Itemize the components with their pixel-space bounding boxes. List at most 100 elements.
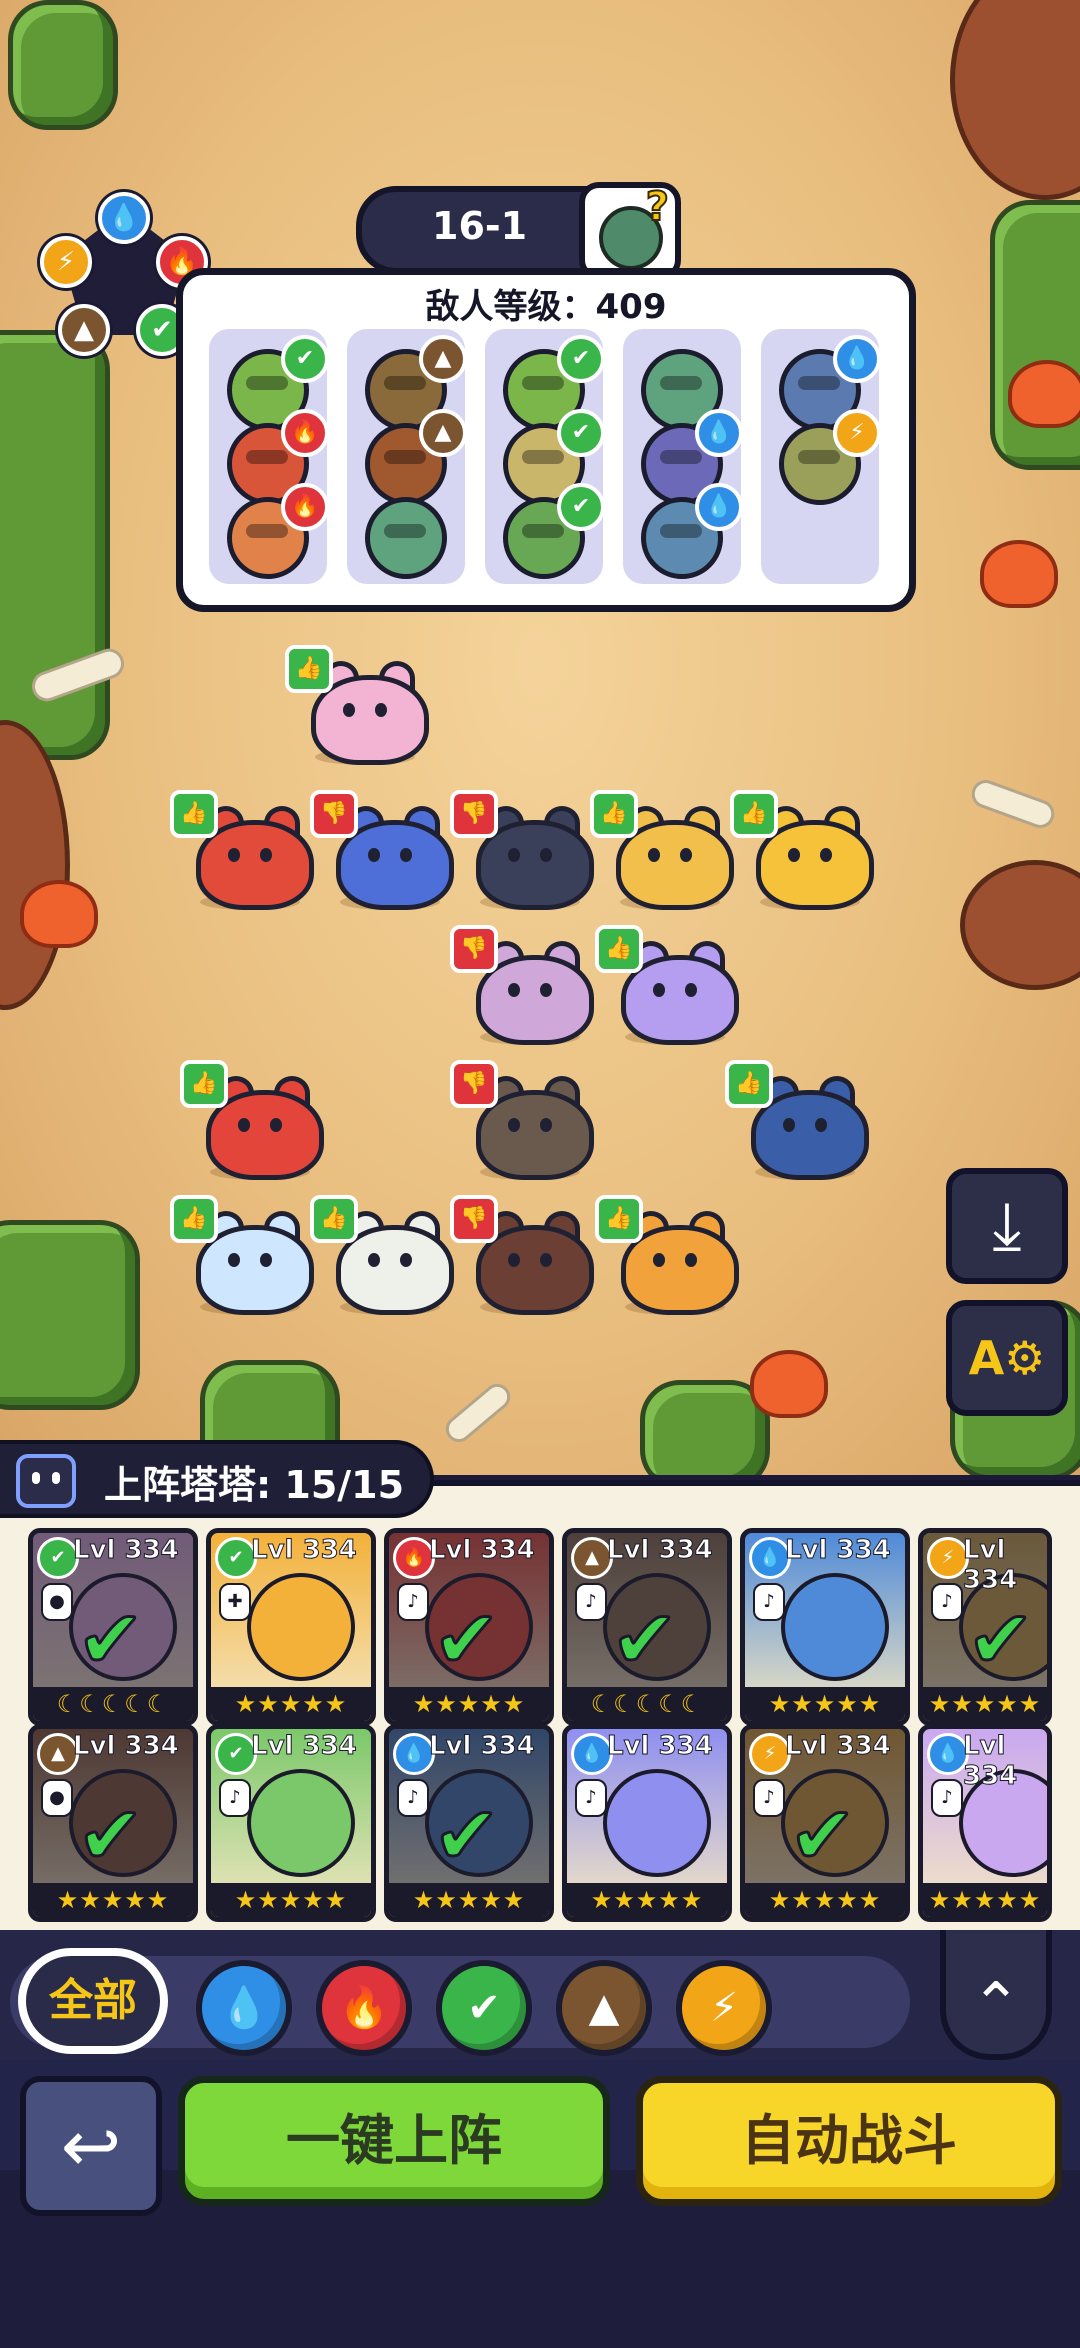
- water-icon: 💧: [695, 409, 743, 457]
- hero-card[interactable]: ▲ Lvl 334 ● ★★★★★ ✔: [28, 1724, 198, 1922]
- star-rating: ★★★★★: [567, 1883, 727, 1917]
- cactus-flower: [980, 540, 1058, 608]
- star-rating: ★★★★★: [923, 1883, 1047, 1917]
- ally-snail[interactable]: 👎: [450, 925, 594, 1045]
- auto-settings-button[interactable]: A⚙: [946, 1300, 1068, 1416]
- thumbs-down-icon: 👎: [450, 1195, 498, 1243]
- ally-fire-cat[interactable]: 👍: [170, 790, 314, 910]
- hero-card[interactable]: 💧 Lvl 334 ♪ ★★★★★ ✔: [384, 1724, 554, 1922]
- stage-indicator[interactable]: 16-1 ?: [356, 182, 681, 280]
- ally-eye: [400, 1253, 412, 1267]
- hero-card[interactable]: ⚡ Lvl 334 ♪ ★★★★★ ✔: [918, 1528, 1052, 1726]
- water-icon: 💧: [98, 192, 150, 244]
- hero-level: Lvl 334: [607, 1731, 714, 1762]
- hero-portrait: [781, 1573, 889, 1681]
- cactus-flower: [20, 880, 98, 948]
- leaf-icon: ✔: [281, 335, 329, 383]
- role-icon: ✚: [219, 1583, 251, 1621]
- star-rating: ★★★★★: [211, 1883, 371, 1917]
- checkmark-icon: ✔: [965, 1592, 1035, 1688]
- hero-level: Lvl 334: [785, 1535, 892, 1566]
- ally-ice-yeti[interactable]: 👍: [170, 1195, 314, 1315]
- checkmark-icon: ✔: [787, 1788, 857, 1884]
- ally-eye: [260, 1253, 272, 1267]
- question-mark-icon: ?: [645, 183, 670, 231]
- ally-whale[interactable]: 👍: [725, 1060, 869, 1180]
- deployed-count-label: 上阵塔塔: 15/15: [104, 1463, 405, 1507]
- hero-card[interactable]: 🔥 Lvl 334 ♪ ★★★★★ ✔: [384, 1528, 554, 1726]
- ally-yellow-fox[interactable]: 👍: [730, 790, 874, 910]
- thumbs-up-icon: 👍: [170, 790, 218, 838]
- filter-earth-button[interactable]: ▲: [556, 1960, 652, 2056]
- back-button[interactable]: ↩: [20, 2076, 162, 2216]
- fire-icon: 🔥: [281, 409, 329, 457]
- thumbs-up-icon: 👍: [310, 1195, 358, 1243]
- enemy-column: 💧 ⚡: [761, 329, 881, 584]
- checkmark-icon: ✔: [75, 1788, 145, 1884]
- filter-fire-button[interactable]: 🔥: [316, 1960, 412, 2056]
- rock: [0, 720, 70, 1010]
- hero-card[interactable]: ▲ Lvl 334 ♪ ☾☾☾☾☾ ✔: [562, 1528, 732, 1726]
- role-icon: ♪: [575, 1583, 607, 1621]
- ally-panda[interactable]: 👍: [310, 1195, 454, 1315]
- hero-level: Lvl 334: [429, 1535, 536, 1566]
- role-icon: ●: [41, 1779, 73, 1817]
- ally-eye: [815, 1118, 827, 1132]
- ally-monkey[interactable]: 👎: [450, 1060, 594, 1180]
- ally-eye: [508, 848, 520, 862]
- enemy-column: ▲ ▲: [347, 329, 467, 584]
- ally-pink-plant[interactable]: 👍: [285, 645, 429, 765]
- enemy-column: ✔ ✔ ✔: [485, 329, 605, 584]
- enemy-column: ✔ 🔥 🔥: [209, 329, 329, 584]
- filter-all-button[interactable]: 全部: [18, 1948, 168, 2054]
- hero-card[interactable]: 💧 Lvl 334 ♪ ★★★★★: [740, 1528, 910, 1726]
- auto-battle-button[interactable]: 自动战斗: [636, 2076, 1062, 2206]
- hero-card[interactable]: 💧 Lvl 334 ♪ ★★★★★: [562, 1724, 732, 1922]
- ally-eye: [540, 1253, 552, 1267]
- ally-eye: [820, 848, 832, 862]
- enemy-info-button[interactable]: ?: [579, 182, 681, 280]
- hero-card[interactable]: ✔ Lvl 334 ✚ ★★★★★: [206, 1528, 376, 1726]
- hero-level: Lvl 334: [963, 1535, 1018, 1596]
- star-rating: ☾☾☾☾☾: [33, 1687, 193, 1721]
- ally-fire-dragon[interactable]: 👍: [180, 1060, 324, 1180]
- download-icon: ⤓: [992, 1187, 1022, 1264]
- filter-lightning-button[interactable]: ⚡: [676, 1960, 772, 2056]
- star-rating: ★★★★★: [745, 1883, 905, 1917]
- filter-water-button[interactable]: 💧: [196, 1960, 292, 2056]
- ally-eye: [540, 848, 552, 862]
- ally-golden-beast[interactable]: 👍: [590, 790, 734, 910]
- thumbs-up-icon: 👍: [170, 1195, 218, 1243]
- card-panel: ✔ Lvl 334 ● ☾☾☾☾☾ ✔ ✔ Lvl 334 ✚ ★★★★★ 🔥 Lvl 334 ♪ ★★…: [0, 1480, 1080, 1936]
- ally-purple-lion[interactable]: 👍: [595, 925, 739, 1045]
- role-icon: ●: [41, 1583, 73, 1621]
- role-icon: ♪: [397, 1583, 429, 1621]
- chevron-up-icon: ⌃: [970, 1970, 1022, 2040]
- thumbs-up-icon: 👍: [595, 925, 643, 973]
- hero-card[interactable]: 💧 Lvl 334 ♪ ★★★★★: [918, 1724, 1052, 1922]
- hero-card[interactable]: ✔ Lvl 334 ♪ ★★★★★: [206, 1724, 376, 1922]
- ally-blue-fox[interactable]: 👎: [310, 790, 454, 910]
- collapse-panel-button[interactable]: ⌃: [940, 1930, 1052, 2060]
- ally-eye: [540, 1118, 552, 1132]
- filter-leaf-button[interactable]: ✔: [436, 1960, 532, 2056]
- water-icon: 💧: [695, 483, 743, 531]
- auto-gear-icon: A⚙: [968, 1331, 1046, 1385]
- hero-portrait: [247, 1769, 355, 1877]
- earth-icon: ▲: [419, 335, 467, 383]
- ally-eye: [685, 1253, 697, 1267]
- star-rating: ★★★★★: [745, 1687, 905, 1721]
- ally-deer[interactable]: 👍: [595, 1195, 739, 1315]
- ally-boar[interactable]: 👎: [450, 1195, 594, 1315]
- ally-raccoon[interactable]: 👎: [450, 790, 594, 910]
- cactus: [990, 200, 1080, 470]
- ally-eye: [508, 983, 520, 997]
- auto-deploy-button[interactable]: 一键上阵: [178, 2076, 610, 2206]
- quick-deploy-button[interactable]: ⤓: [946, 1168, 1068, 1284]
- ally-eye: [368, 1253, 380, 1267]
- hero-card[interactable]: ✔ Lvl 334 ● ☾☾☾☾☾ ✔: [28, 1528, 198, 1726]
- ally-eye: [270, 1118, 282, 1132]
- hero-card[interactable]: ⚡ Lvl 334 ♪ ★★★★★ ✔: [740, 1724, 910, 1922]
- ally-eye: [653, 983, 665, 997]
- lightning-icon: ⚡: [40, 236, 92, 288]
